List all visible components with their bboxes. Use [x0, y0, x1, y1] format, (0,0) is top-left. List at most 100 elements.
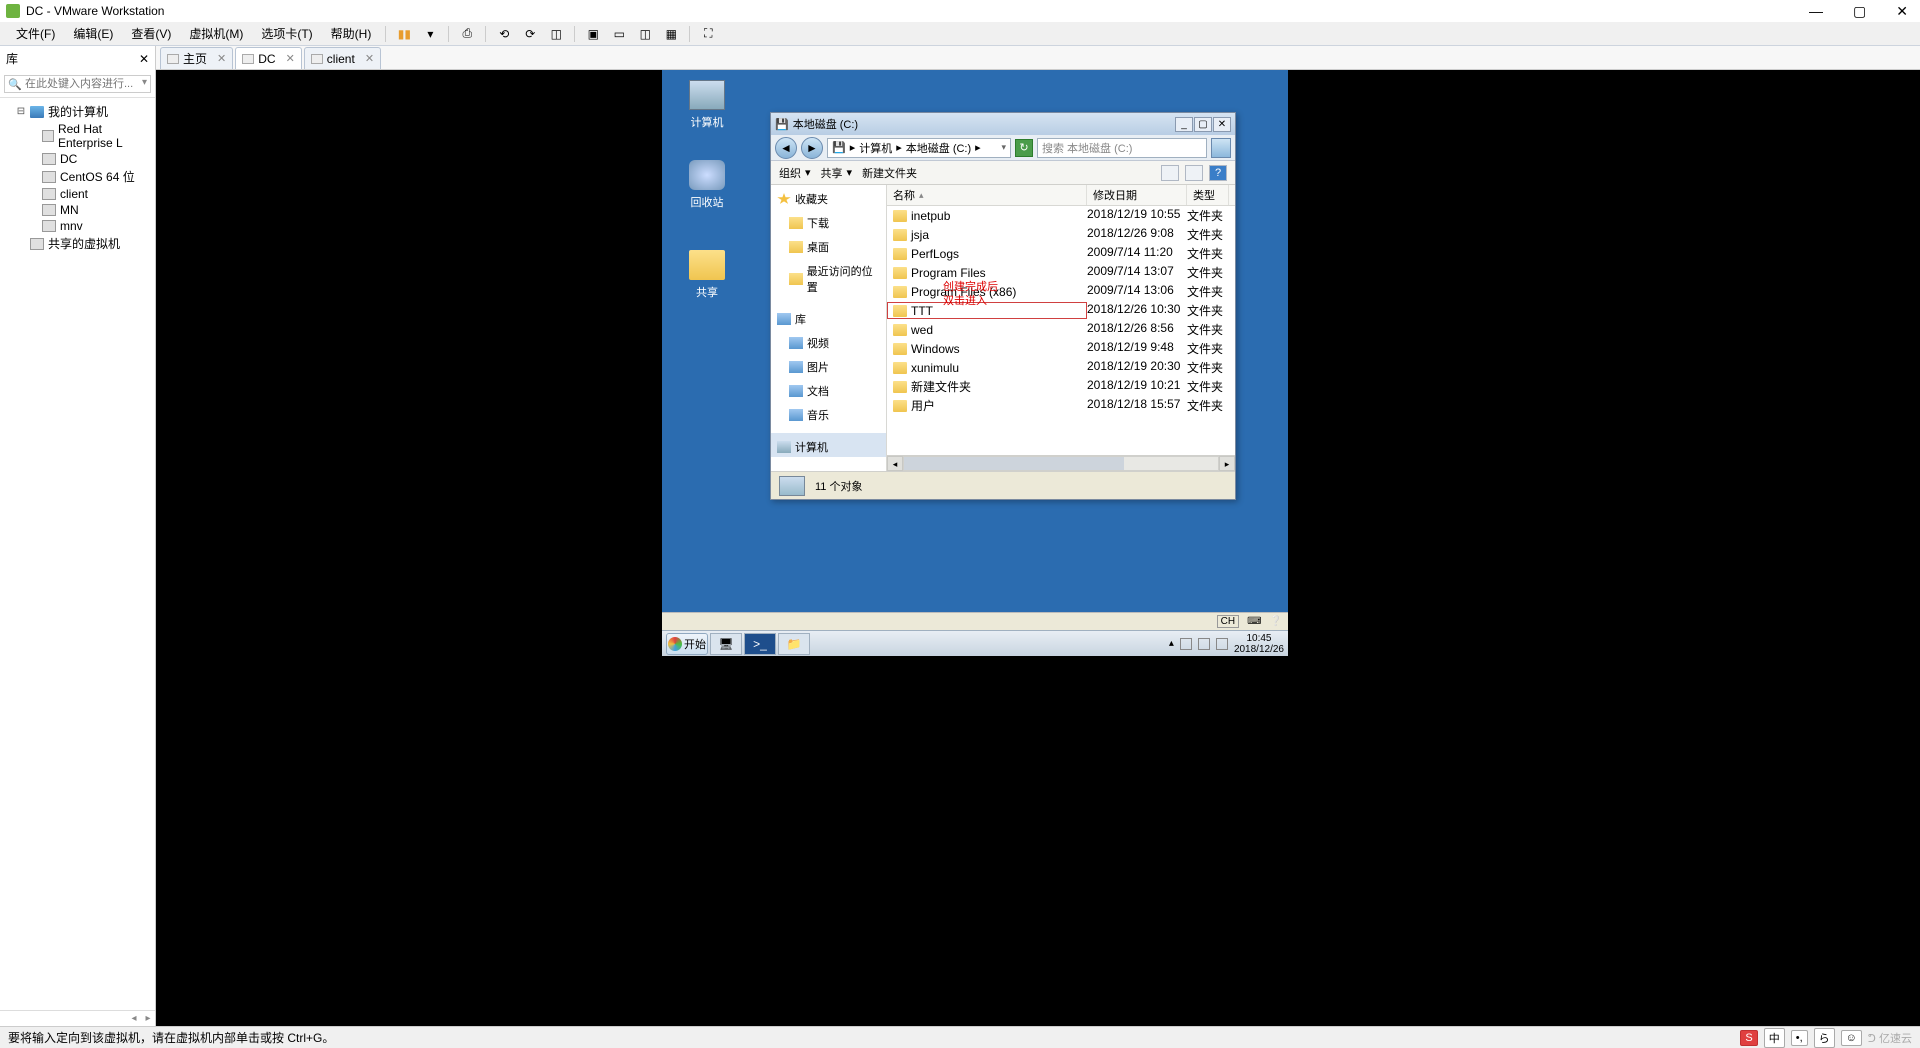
side-desktop[interactable]: 桌面 — [771, 233, 886, 257]
ime-lang[interactable]: CH — [1217, 615, 1239, 628]
menu-help[interactable]: 帮助(H) — [323, 23, 380, 44]
library-close-button[interactable]: ✕ — [139, 52, 149, 66]
start-button[interactable]: 开始 — [666, 633, 708, 655]
tree-vm-mnv[interactable]: mnv — [2, 218, 153, 234]
side-music[interactable]: 音乐 — [771, 401, 886, 425]
view-console-button[interactable]: ◫ — [635, 24, 655, 44]
guest-desktop[interactable]: 计算机 回收站 共享 💾 本地磁盘 (C:) — [662, 70, 1288, 656]
help-button[interactable]: ? — [1209, 165, 1227, 181]
col-date[interactable]: 修改日期 — [1087, 185, 1187, 205]
file-row[interactable]: Program Files2009/7/14 13:07文件夹 — [887, 263, 1235, 282]
tree-vm-centos[interactable]: CentOS 64 位 — [2, 167, 153, 186]
tab-close-icon[interactable]: ✕ — [217, 52, 226, 65]
tray-flag-icon[interactable] — [1180, 638, 1192, 650]
side-pictures[interactable]: 图片 — [771, 353, 886, 377]
clock[interactable]: 10:45 2018/12/26 — [1234, 633, 1284, 655]
preview-pane-button[interactable] — [1185, 165, 1203, 181]
menu-view[interactable]: 查看(V) — [123, 23, 179, 44]
newfolder-button[interactable]: 新建文件夹 — [862, 165, 917, 181]
maximize-button[interactable]: ▢ — [1847, 3, 1872, 20]
explorer-minimize-button[interactable]: _ — [1175, 117, 1193, 132]
scroll-left-button[interactable]: ◂ — [127, 1013, 141, 1024]
explorer-search-input[interactable]: 搜索 本地磁盘 (C:) — [1037, 138, 1207, 158]
share-button[interactable]: 共享 ▾ — [821, 165, 853, 181]
breadcrumb[interactable]: 💾 ▸ 计算机 ▸ 本地磁盘 (C:) ▸ ▾ — [827, 138, 1011, 158]
close-button[interactable]: ✕ — [1890, 3, 1914, 20]
menu-file[interactable]: 文件(F) — [8, 23, 63, 44]
desktop-recycle-icon[interactable]: 回收站 — [680, 160, 734, 210]
scroll-right-button[interactable]: ▸ — [1219, 456, 1235, 471]
tree-vm-mn[interactable]: MN — [2, 202, 153, 218]
desktop-computer-icon[interactable]: 计算机 — [680, 80, 734, 130]
search-button[interactable] — [1211, 138, 1231, 158]
tree-vm-dc[interactable]: DC — [2, 151, 153, 167]
snapshot-revert-button[interactable]: ⟳ — [520, 24, 540, 44]
forward-button[interactable]: ► — [801, 137, 823, 159]
back-button[interactable]: ◄ — [775, 137, 797, 159]
pause-button[interactable]: ▮▮ — [394, 24, 414, 44]
taskbar-explorer-button[interactable]: 📁 — [778, 633, 810, 655]
tree-my-computer[interactable]: ⊟ 我的计算机 — [2, 102, 153, 121]
refresh-button[interactable]: ↻ — [1015, 139, 1033, 157]
view-unity-button[interactable]: ▦ — [661, 24, 681, 44]
side-videos[interactable]: 视频 — [771, 329, 886, 353]
side-recent[interactable]: 最近访问的位置 — [771, 257, 886, 297]
tab-home[interactable]: 主页 ✕ — [160, 47, 233, 69]
view-single-button[interactable]: ▣ — [583, 24, 603, 44]
file-row[interactable]: TTT2018/12/26 10:30文件夹 — [887, 301, 1235, 320]
snapshot-take-button[interactable]: ⟲ — [494, 24, 514, 44]
side-documents[interactable]: 文档 — [771, 377, 886, 401]
ime-smile-icon[interactable]: ☺ — [1841, 1030, 1862, 1046]
menu-vm[interactable]: 虚拟机(M) — [181, 23, 251, 44]
ime-punc[interactable]: •, — [1791, 1030, 1808, 1046]
menu-edit[interactable]: 编辑(E) — [65, 23, 121, 44]
snapshot-manager-button[interactable]: ◫ — [546, 24, 566, 44]
col-type[interactable]: 类型 — [1187, 185, 1229, 205]
scroll-right-button[interactable]: ▸ — [141, 1013, 155, 1024]
col-name[interactable]: 名称 ▴ — [887, 185, 1087, 205]
ime-help-icon[interactable]: ❔ — [1270, 616, 1282, 627]
view-mode-button[interactable] — [1161, 165, 1179, 181]
scroll-left-button[interactable]: ◂ — [887, 456, 903, 471]
file-row[interactable]: xunimulu2018/12/19 20:30文件夹 — [887, 358, 1235, 377]
tab-client[interactable]: client ✕ — [304, 47, 381, 69]
tree-vm-client[interactable]: client — [2, 186, 153, 202]
side-favorites[interactable]: 收藏夹 — [771, 185, 886, 209]
tray-expand-icon[interactable]: ▴ — [1169, 638, 1174, 649]
file-row[interactable]: jsja2018/12/26 9:08文件夹 — [887, 225, 1235, 244]
ime-kana[interactable]: ら — [1814, 1028, 1835, 1048]
file-row[interactable]: 新建文件夹2018/12/19 10:21文件夹 — [887, 377, 1235, 396]
file-row[interactable]: wed2018/12/26 8:56文件夹 — [887, 320, 1235, 339]
view-fit-button[interactable]: ▭ — [609, 24, 629, 44]
file-row[interactable]: inetpub2018/12/19 10:55文件夹 — [887, 206, 1235, 225]
menu-tabs[interactable]: 选项卡(T) — [253, 23, 320, 44]
explorer-maximize-button[interactable]: ▢ — [1194, 117, 1212, 132]
tab-close-icon[interactable]: ✕ — [365, 52, 374, 65]
tray-network-icon[interactable] — [1198, 638, 1210, 650]
ime-badge[interactable]: S — [1740, 1030, 1757, 1046]
scrollbar-horizontal[interactable] — [903, 456, 1219, 471]
file-row[interactable]: PerfLogs2009/7/14 11:20文件夹 — [887, 244, 1235, 263]
snapshot-button[interactable]: ⎙ — [457, 24, 477, 44]
file-row[interactable]: Program Files (x86)2009/7/14 13:06文件夹 — [887, 282, 1235, 301]
tab-close-icon[interactable]: ✕ — [286, 52, 295, 65]
vm-console[interactable]: 计算机 回收站 共享 💾 本地磁盘 (C:) — [156, 70, 1920, 1026]
explorer-close-button[interactable]: ✕ — [1213, 117, 1231, 132]
taskbar-powershell-button[interactable]: >_ — [744, 633, 776, 655]
tray-sound-icon[interactable] — [1216, 638, 1228, 650]
desktop-share-icon[interactable]: 共享 — [680, 250, 734, 300]
ime-cn[interactable]: 中 — [1764, 1028, 1785, 1048]
minimize-button[interactable]: — — [1803, 3, 1829, 20]
tree-vm-redhat[interactable]: Red Hat Enterprise L — [2, 121, 153, 151]
ime-options-icon[interactable]: ⌨ — [1247, 616, 1261, 627]
dropdown-icon[interactable]: ▾ — [420, 24, 440, 44]
side-downloads[interactable]: 下载 — [771, 209, 886, 233]
explorer-titlebar[interactable]: 💾 本地磁盘 (C:) _ ▢ ✕ — [771, 113, 1235, 135]
organize-button[interactable]: 组织 ▾ — [779, 165, 811, 181]
file-row[interactable]: 用户2018/12/18 15:57文件夹 — [887, 396, 1235, 415]
tree-shared-vms[interactable]: 共享的虚拟机 — [2, 234, 153, 253]
file-row[interactable]: Windows2018/12/19 9:48文件夹 — [887, 339, 1235, 358]
taskbar-servermanager-button[interactable]: 🖥 — [710, 633, 742, 655]
side-libraries[interactable]: 库 — [771, 305, 886, 329]
library-search-input[interactable] — [4, 75, 151, 93]
